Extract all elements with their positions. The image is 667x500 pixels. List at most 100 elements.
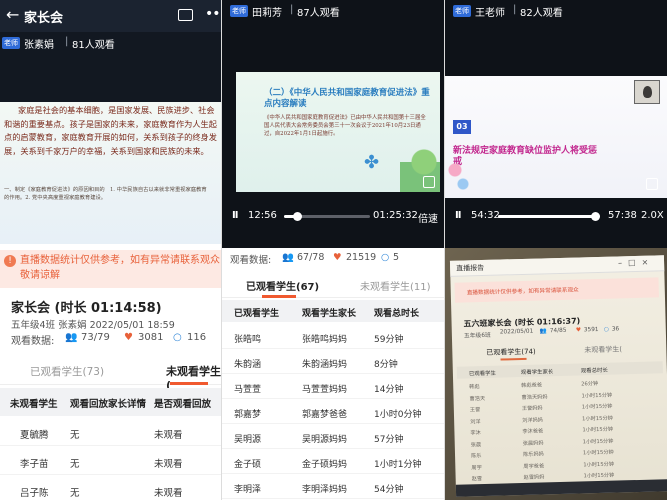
slide-number: 03: [453, 120, 471, 134]
slide-body: 《中华人民共和国家庭教育促进法》已由中华人民共和国第十三届全国人民代表大会常务委…: [264, 115, 426, 137]
pip-icon[interactable]: [646, 178, 658, 190]
divider: [444, 0, 445, 500]
cell: 李明泽妈妈: [302, 485, 348, 495]
notice-text: 直播数据统计仅供参考，如有异常请联系观众: [466, 287, 579, 297]
stats-likes: 3081: [138, 332, 164, 343]
column-header: 观看学生家长: [302, 309, 357, 319]
presentation-slide: （二）《中华人民共和国家庭教育促进法》重点内容解读 《中华人民共和国家庭教育促进…: [236, 72, 440, 192]
column-header: 观看学生家长: [520, 369, 554, 377]
desktop-report-window: 直播报告 –□× 直播数据统计仅供参考，如有异常请联系观众 五六班家长会 (时长…: [449, 255, 667, 497]
cell: 赵雪: [471, 476, 483, 483]
cell: 周宇爸爸: [523, 462, 545, 470]
cell: 周宇: [471, 464, 482, 471]
progress-track[interactable]: [284, 212, 370, 221]
time-current: 54:32: [471, 210, 500, 221]
cell: 吴明源妈妈: [302, 435, 348, 445]
screen-cast-icon[interactable]: [178, 9, 193, 21]
cell: 未观看: [154, 459, 183, 470]
cell: 未观看: [154, 488, 183, 499]
panel-live-report-zhang: ← 家长会 ••• 老师 张素娟 | 81人观看 家庭是社会的基本细胞，是国家发…: [0, 0, 221, 500]
host-bar: 老师 张素娟 | 81人观看: [0, 32, 221, 54]
panel-monitor-photo: 直播报告 –□× 直播数据统计仅供参考，如有异常请联系观众 五六班家长会 (时长…: [445, 248, 667, 500]
column-header: 观看回放家长详情: [70, 399, 147, 410]
stats-comments: 5: [393, 252, 400, 263]
progress-knob[interactable]: [590, 212, 600, 221]
progress-knob[interactable]: [292, 212, 302, 221]
cell: 李明泽: [234, 485, 262, 495]
stats-label: 观看数据:: [230, 255, 272, 266]
playback-controls: II 12:56 01:25:32 倍速: [222, 200, 444, 230]
table-row[interactable]: 朱韵涵 朱韵涵妈妈 8分钟: [222, 349, 444, 374]
cell: 1小时15分钟: [581, 392, 613, 399]
cell: 张晨: [470, 441, 482, 448]
likes-icon: ♥: [333, 252, 342, 263]
playback-controls: II 54:32 57:38 2.0X: [445, 200, 667, 230]
presentation-slide: 家庭是社会的基本细胞，是国家发展、民族进步、社会和谐的重要基点。孩子是国家的未来…: [0, 102, 221, 244]
cell: 朱韵涵: [234, 360, 262, 370]
tab-watched[interactable]: 已观看学生(74): [486, 347, 536, 358]
cell: 韩彪爸爸: [521, 382, 543, 390]
tab-watched[interactable]: 已观看学生(73): [30, 364, 104, 379]
cell: 刘洋: [470, 418, 481, 425]
cell: 曹浩天妈妈: [521, 393, 548, 401]
speed-button[interactable]: 倍速: [418, 210, 438, 225]
cell: 赵雪妈妈: [523, 474, 545, 481]
table-row[interactable]: 郭嘉梦 郭嘉梦爸爸 1小时0分钟: [222, 399, 444, 424]
tab-unwatched[interactable]: 未观看学生(: [584, 344, 622, 355]
video-player[interactable]: 老师 张素娟 | 81人观看 家庭是社会的基本细胞，是国家发展、民族进步、社会和…: [0, 32, 221, 262]
comments-icon: ○: [603, 326, 609, 333]
progress-track[interactable]: [498, 212, 600, 221]
window-title: 直播报告: [456, 263, 485, 273]
cell: 59分钟: [374, 335, 404, 345]
table-row[interactable]: 李明泽 李明泽妈妈 54分钟: [222, 474, 444, 499]
panel-video-tian[interactable]: 老师 田莉芳 | 87人观看 （二）《中华人民共和国家庭教育促进法》重点内容解读…: [222, 0, 444, 248]
cell: 57分钟: [374, 435, 404, 445]
pause-icon[interactable]: II: [455, 210, 462, 221]
window-controls[interactable]: –□×: [618, 257, 654, 267]
cell: 曹浩天: [469, 395, 486, 402]
pause-icon[interactable]: II: [232, 210, 239, 221]
column-header: 未观看学生: [10, 399, 58, 410]
separator: |: [513, 4, 517, 15]
panel-video-wang[interactable]: 老师 王老师 | 82人观看 03 新法规定家庭教育缺位监护人将受惩戒 II 5…: [445, 0, 667, 248]
host-name: 田莉芳: [252, 8, 282, 19]
table-row[interactable]: 吴明源 吴明源妈妈 57分钟: [222, 424, 444, 449]
webcam-thumbnail[interactable]: [634, 80, 660, 104]
viewer-count: 87人观看: [297, 8, 340, 19]
pip-icon[interactable]: [423, 176, 435, 188]
cell: 李沐: [470, 430, 481, 437]
speed-button[interactable]: 2.0X: [641, 210, 664, 221]
table-row[interactable]: 金子硕 金子硕妈妈 1小时1分钟: [222, 449, 444, 474]
host-tag: 老师: [453, 5, 471, 17]
comments-icon: ○: [173, 332, 182, 343]
cell: 1小时15分钟: [582, 415, 613, 422]
host-tag: 老师: [230, 5, 248, 17]
host-bar: 老师 田莉芳 | 87人观看: [222, 0, 444, 22]
stats-comments: 36: [611, 326, 620, 333]
table-row[interactable]: 夏毓腾 无 未观看: [0, 418, 221, 446]
tab-watched[interactable]: 已观看学生(67): [246, 278, 319, 293]
table-row[interactable]: 马萱萱 马萱萱妈妈 14分钟: [222, 374, 444, 399]
table-row[interactable]: 张皓鸣 张皓鸣妈妈 59分钟: [222, 324, 444, 349]
column-header: 已观看学生: [468, 370, 496, 378]
pinwheel-icon: ✤: [364, 152, 380, 173]
slide-subtext: 一、制定《家庭教育促进法》的原因和目的 1. 中华民族自古以来就非常重视家庭教育…: [4, 187, 207, 202]
tab-unwatched[interactable]: 未观看学生(11): [360, 278, 431, 293]
presentation-slide: 03 新法规定家庭教育缺位监护人将受惩戒: [445, 76, 667, 198]
warning-icon: !: [4, 255, 16, 267]
table-row[interactable]: 吕子陈 无 未观看: [0, 476, 221, 500]
host-bar: 老师 王老师 | 82人观看: [445, 0, 667, 22]
page-title: 家长会: [24, 11, 64, 26]
divider: [221, 0, 222, 500]
more-menu-icon[interactable]: •••: [205, 6, 221, 22]
cell: 张皓鸣妈妈: [302, 335, 348, 345]
cell: 无: [70, 430, 80, 441]
time-current: 12:56: [248, 210, 277, 221]
table-row[interactable]: 李子苗 无 未观看: [0, 447, 221, 475]
student-tabs: 已观看学生(67) 未观看学生(11): [222, 270, 444, 298]
notice-banner: 直播数据统计仅供参考，如有异常请联系观众: [454, 277, 659, 303]
cell: 郭嘉梦爸爸: [302, 410, 348, 420]
cell: 吕子陈: [20, 488, 49, 499]
table-header: 已观看学生 观看学生家长 观看总时长: [222, 300, 444, 322]
back-arrow-icon[interactable]: ←: [6, 5, 19, 24]
